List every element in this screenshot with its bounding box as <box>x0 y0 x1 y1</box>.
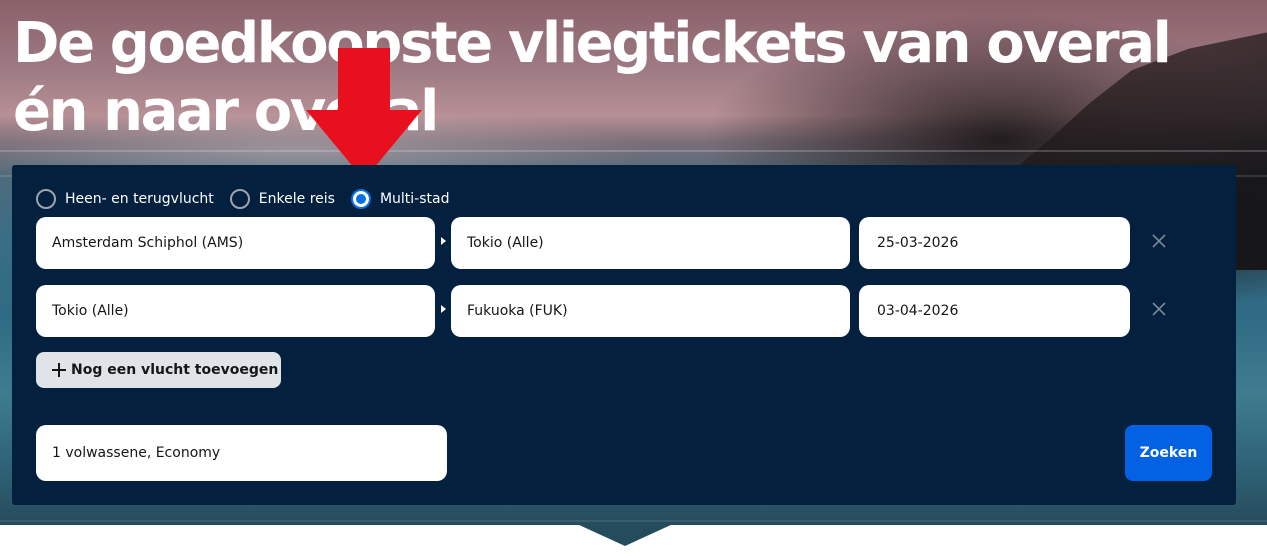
leg2-date-input[interactable]: 03-04-2026 <box>859 285 1130 337</box>
trip-type-label: Enkele reis <box>258 191 335 207</box>
panel-pointer <box>577 524 673 546</box>
hero-wave <box>0 520 1267 522</box>
travellers-value: 1 volwassene, Economy <box>52 445 221 461</box>
trip-type-roundtrip[interactable]: Heen- en terugvlucht <box>36 189 214 209</box>
leg1-origin-input[interactable]: Amsterdam Schiphol (AMS) <box>36 217 435 269</box>
search-button[interactable]: Zoeken <box>1125 425 1212 481</box>
trip-type-label: Heen- en terugvlucht <box>65 191 214 207</box>
add-flight-label: Nog een vlucht toevoegen <box>71 362 279 378</box>
trip-type-multicity[interactable]: Multi-stad <box>350 189 450 209</box>
leg2-origin-value: Tokio (Alle) <box>52 303 129 319</box>
leg2-origin-input[interactable]: Tokio (Alle) <box>36 285 435 337</box>
leg2-destination-value: Fukuoka (FUK) <box>467 303 568 319</box>
plus-icon <box>52 363 66 377</box>
trip-type-oneway[interactable]: Enkele reis <box>229 189 335 209</box>
arrow-right-icon <box>441 305 446 313</box>
add-flight-button[interactable]: Nog een vlucht toevoegen <box>36 352 281 388</box>
leg1-origin-value: Amsterdam Schiphol (AMS) <box>52 235 244 251</box>
search-panel: Heen- en terugvlucht Enkele reis Multi-s… <box>12 165 1236 505</box>
search-button-label: Zoeken <box>1139 445 1198 461</box>
radio-icon[interactable] <box>350 189 371 209</box>
radio-icon[interactable] <box>229 189 250 209</box>
leg1-destination-value: Tokio (Alle) <box>467 235 544 251</box>
radio-icon[interactable] <box>36 189 56 209</box>
hero-wave <box>0 150 1267 152</box>
leg1-date-value: 25-03-2026 <box>877 235 959 251</box>
red-down-arrow-icon <box>306 48 422 180</box>
trip-type-label: Multi-stad <box>379 191 450 207</box>
arrow-right-icon <box>441 237 446 245</box>
leg1-destination-input[interactable]: Tokio (Alle) <box>451 217 850 269</box>
close-icon[interactable] <box>1151 301 1167 317</box>
travellers-cabin-selector[interactable]: 1 volwassene, Economy <box>36 425 447 481</box>
leg2-date-value: 03-04-2026 <box>877 303 959 319</box>
leg1-date-input[interactable]: 25-03-2026 <box>859 217 1130 269</box>
leg2-destination-input[interactable]: Fukuoka (FUK) <box>451 285 850 337</box>
trip-type-selector: Heen- en terugvlucht Enkele reis Multi-s… <box>36 189 465 209</box>
page-title: De goedkoopste vliegtickets van overal é… <box>13 11 1172 144</box>
close-icon[interactable] <box>1151 233 1167 249</box>
